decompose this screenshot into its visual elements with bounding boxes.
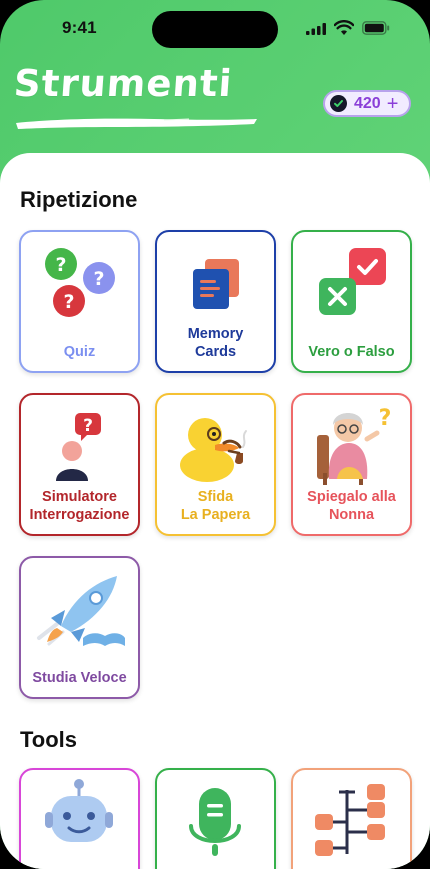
svg-text:?: ? (83, 416, 93, 436)
page-header: Strumenti (12, 62, 257, 129)
duck-icon (180, 418, 247, 482)
memory-cards-icon (193, 259, 239, 309)
svg-text:?: ? (55, 254, 66, 276)
robot-icon (45, 779, 113, 842)
svg-text:?: ? (63, 291, 74, 313)
card-sfida-la-papera[interactable]: Sfida La Papera (155, 393, 276, 536)
svg-text:?: ? (379, 406, 392, 431)
app-screen: 9:41 Strumenti 420 + Ripetizione ? ? ? Q… (0, 0, 430, 869)
battery-icon (362, 21, 390, 35)
tools-sheet: Ripetizione ? ? ? Quiz Memory Cards Vero… (0, 153, 430, 869)
rocket-book-icon (37, 576, 125, 646)
student-question-icon: ? (56, 413, 101, 481)
mindmap-icon (315, 784, 385, 856)
section-title-ripetizione: Ripetizione (20, 187, 138, 212)
card-spiegalo-alla-nonna[interactable]: ? Spiegalo alla Nonna (291, 393, 412, 536)
wifi-icon (334, 20, 354, 35)
dynamic-island (152, 11, 278, 48)
card-label: Spiegalo alla Nonna (307, 489, 396, 523)
coin-count: 420 (354, 94, 381, 112)
svg-text:?: ? (93, 268, 104, 290)
status-time: 9:41 (62, 18, 97, 37)
card-label: Sfida La Papera (180, 489, 251, 523)
question-bubbles-icon: ? ? ? (45, 248, 115, 317)
card-tool-robot[interactable] (19, 768, 140, 869)
card-tool-microphone[interactable] (155, 768, 276, 869)
card-simulatore-interrogazione[interactable]: ? Simulatore Interrogazione (19, 393, 140, 536)
card-studia-veloce[interactable]: Studia Veloce (19, 556, 140, 699)
card-label: Quiz (63, 344, 96, 360)
card-memory-cards[interactable]: Memory Cards (155, 230, 276, 373)
add-coins-icon: + (386, 92, 399, 115)
card-label: Simulatore Interrogazione (29, 489, 130, 523)
coin-balance-button[interactable]: 420 + (323, 90, 411, 117)
grandma-icon: ? (317, 406, 392, 485)
card-label: Vero o Falso (308, 344, 395, 360)
card-vero-o-falso[interactable]: Vero o Falso (291, 230, 412, 373)
coin-check-icon (330, 95, 347, 112)
page-title: Strumenti (12, 62, 234, 105)
card-quiz[interactable]: ? ? ? Quiz (19, 230, 140, 373)
card-label: Studia Veloce (32, 670, 127, 686)
card-tool-mindmap[interactable] (291, 768, 412, 869)
brush-underline (16, 118, 257, 129)
status-bar: 9:41 (0, 0, 430, 56)
check-cross-icon (319, 248, 386, 315)
card-label: Memory Cards (187, 326, 244, 360)
microphone-icon (189, 788, 241, 856)
cellular-signal-icon (306, 23, 326, 35)
section-title-tools: Tools (20, 727, 78, 752)
